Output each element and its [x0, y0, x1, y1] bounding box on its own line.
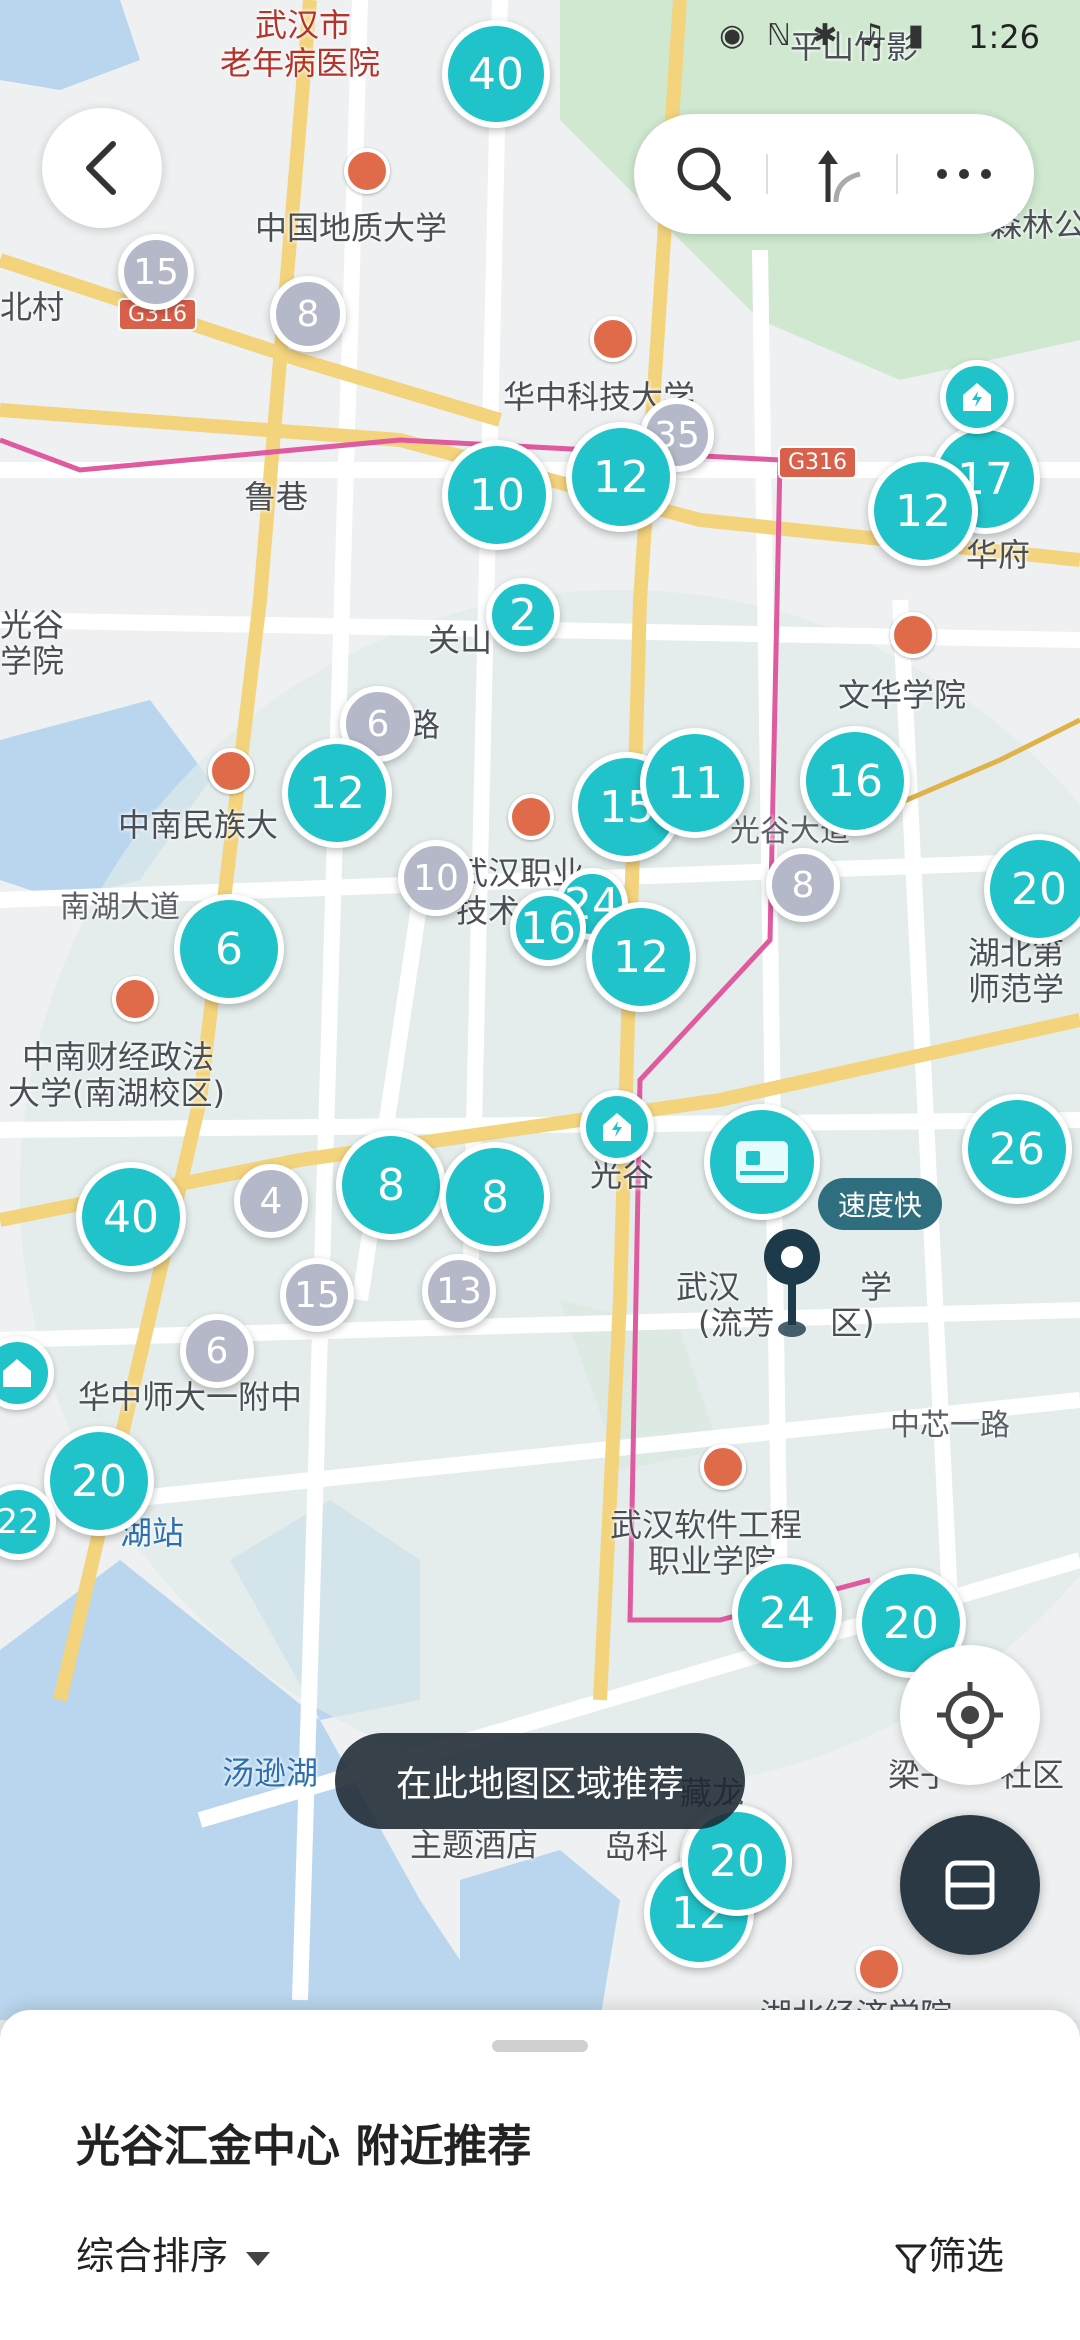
- map-label: 华府: [966, 536, 1031, 574]
- map-label: 华中师大一附中: [78, 1378, 303, 1416]
- station-cluster[interactable]: 16: [800, 726, 910, 836]
- list-toggle-button[interactable]: [900, 1815, 1040, 1955]
- station-cluster[interactable]: 15: [280, 1258, 354, 1332]
- station-cluster[interactable]: 6: [174, 894, 284, 1004]
- crosshair-icon: [937, 1682, 1003, 1748]
- highway-shield: G316: [778, 446, 858, 479]
- route-button[interactable]: [774, 114, 894, 234]
- location-pin-icon: [764, 1229, 820, 1337]
- station-cluster[interactable]: 11: [640, 728, 750, 838]
- locate-button[interactable]: [900, 1645, 1040, 1785]
- sort-dropdown[interactable]: 综合排序: [76, 2225, 271, 2280]
- station-cluster[interactable]: 8: [336, 1130, 446, 1240]
- sheet-handle[interactable]: [492, 2040, 588, 2052]
- poi-marker: [208, 748, 254, 794]
- charging-station-icon[interactable]: [580, 1090, 654, 1164]
- map-label: 汤逊湖: [222, 1754, 319, 1792]
- more-button[interactable]: [904, 114, 1024, 234]
- station-cluster[interactable]: 13: [422, 1254, 496, 1328]
- poi-marker: [890, 612, 936, 658]
- filter-icon: [895, 2244, 927, 2273]
- station-cluster[interactable]: 16: [510, 890, 586, 966]
- station-cluster[interactable]: 26: [962, 1094, 1072, 1204]
- station-cluster[interactable]: 8: [270, 276, 346, 352]
- search-button[interactable]: [644, 114, 764, 234]
- map-label: 区): [830, 1304, 875, 1342]
- map-label: 鲁巷: [244, 478, 309, 516]
- sheet-title: 光谷汇金中心 附近推荐: [76, 2121, 532, 2172]
- station-cluster[interactable]: 8: [440, 1142, 550, 1252]
- station-cluster[interactable]: 4: [234, 1164, 308, 1238]
- station-cluster[interactable]: 8: [766, 848, 840, 922]
- recommend-area-button[interactable]: 在此地图区域推荐: [335, 1733, 745, 1829]
- filter-label: 筛选: [927, 2234, 1004, 2278]
- charging-station-icon[interactable]: [940, 360, 1014, 434]
- chevron-left-icon: [86, 141, 116, 195]
- poi-marker: [700, 1444, 746, 1490]
- speed-badge: 速度快: [818, 1178, 943, 1230]
- poi-marker: [112, 976, 158, 1022]
- station-cluster[interactable]: 12: [586, 902, 696, 1012]
- station-cluster[interactable]: 10: [398, 840, 474, 916]
- route-fork-icon: [818, 150, 861, 203]
- status-icons: ◉ ℕ ✱ ♫ ▮: [719, 18, 930, 53]
- status-bar: ◉ ℕ ✱ ♫ ▮ 1:26: [0, 0, 1080, 80]
- filter-button[interactable]: 筛选: [894, 2225, 1004, 2280]
- back-button[interactable]: [42, 108, 162, 228]
- poi-marker: [856, 1946, 902, 1992]
- sort-label: 综合排序: [76, 2234, 229, 2278]
- search-icon: [677, 147, 731, 201]
- map-label: 师范学: [968, 970, 1065, 1008]
- caret-down-icon: [246, 2251, 271, 2266]
- map-label: 文华学院: [838, 676, 967, 714]
- station-cluster[interactable]: 12: [868, 456, 978, 566]
- station-cluster[interactable]: 12: [282, 738, 392, 848]
- list-toggle-icon: [945, 1860, 995, 1910]
- status-time: 1:26: [968, 18, 1040, 56]
- poi-marker: [344, 148, 390, 194]
- poi-marker: [590, 316, 636, 362]
- station-cluster[interactable]: 24: [732, 1558, 842, 1668]
- map-label: 学院: [0, 642, 65, 680]
- station-cluster[interactable]: 10: [442, 440, 552, 550]
- map-label: 中芯一路: [890, 1408, 1010, 1443]
- map-label: 中国地质大学: [255, 209, 448, 247]
- station-cluster[interactable]: 12: [566, 422, 676, 532]
- map-label: 关山: [428, 621, 493, 659]
- map-label: 北村: [0, 288, 65, 326]
- bottom-sheet[interactable]: 光谷汇金中心 附近推荐 综合排序 筛选: [0, 2010, 1080, 2340]
- station-cluster[interactable]: 15: [118, 234, 194, 310]
- map-label: 大学(南湖校区): [8, 1074, 225, 1112]
- station-cluster[interactable]: 40: [76, 1162, 186, 1272]
- map-label: 南湖大道: [60, 890, 180, 925]
- more-dots-icon: [937, 169, 991, 179]
- selected-station-icon[interactable]: [704, 1104, 820, 1220]
- map-label: 中南民族大: [118, 806, 279, 844]
- station-cluster[interactable]: 20: [44, 1426, 154, 1536]
- station-cluster[interactable]: 2: [486, 578, 560, 652]
- map-toolbar: [634, 114, 1034, 234]
- station-cluster[interactable]: 6: [180, 1314, 254, 1388]
- poi-marker: [508, 794, 554, 840]
